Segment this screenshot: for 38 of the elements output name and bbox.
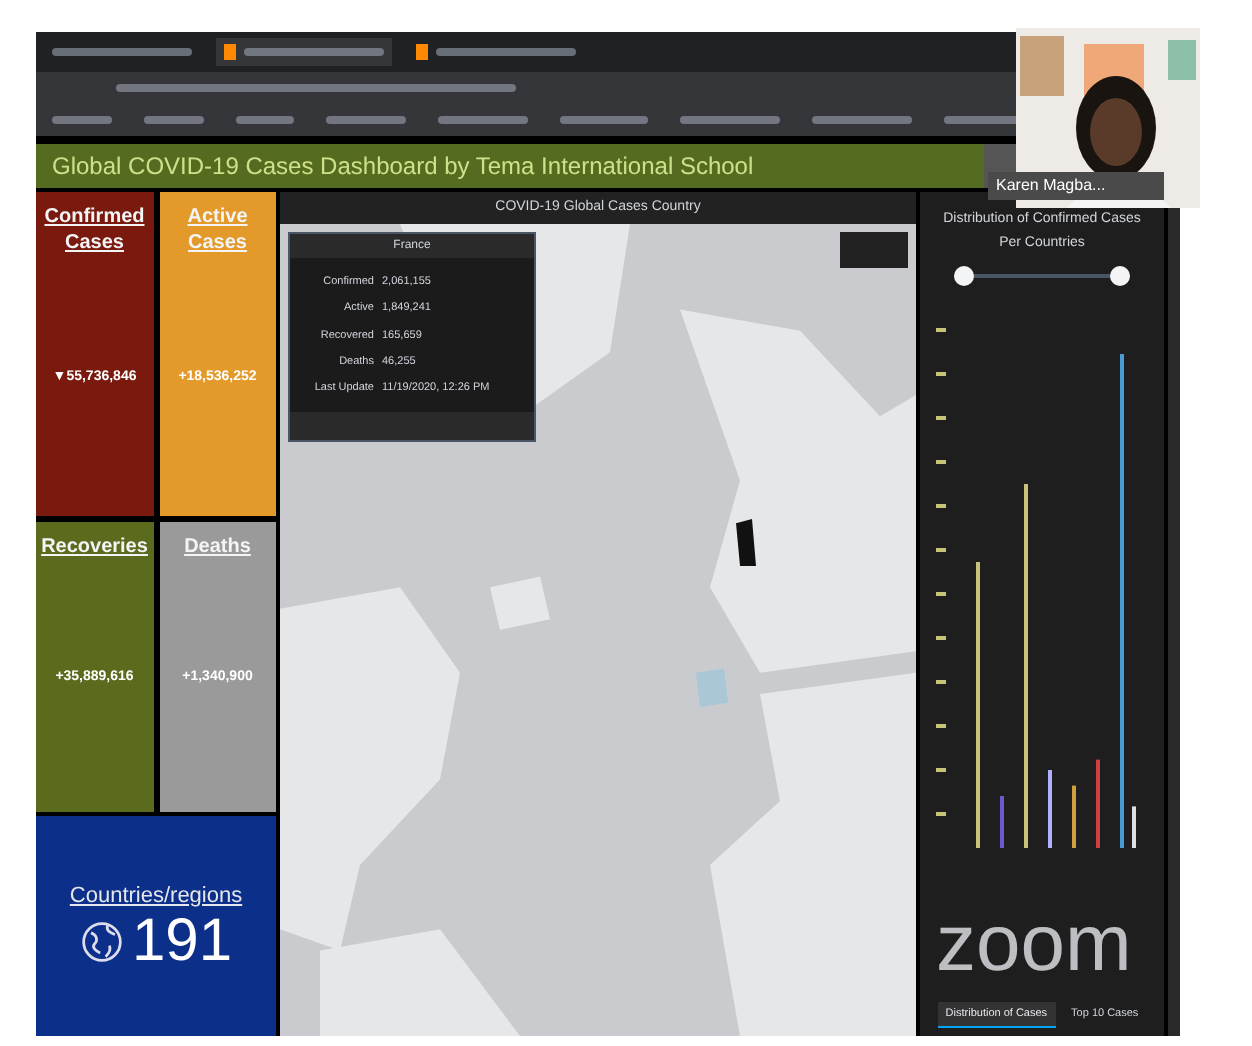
axis-tick: [936, 416, 946, 420]
card-title: Active Cases: [185, 204, 250, 256]
slider-handle[interactable]: [954, 266, 974, 286]
card-title: Countries/regions: [69, 881, 243, 912]
card-title: Deaths: [182, 534, 253, 560]
axis-tick: [936, 548, 946, 552]
blurred-text: [680, 116, 781, 124]
blurred-text: [438, 116, 528, 124]
zoom-logo: zoom: [936, 904, 1132, 984]
axis-tick: [936, 724, 946, 728]
blurred-text: [52, 48, 192, 56]
axis-tick: [936, 328, 946, 332]
axis-tick: [936, 504, 946, 508]
participant-name-label: Karen Magba...: [988, 172, 1164, 200]
tab-icon: [416, 44, 428, 60]
blurred-text: [812, 116, 912, 124]
axis-tick: [936, 636, 946, 640]
axis-tick: [936, 592, 946, 596]
blurred-text: [244, 48, 384, 56]
map-toolbar: [840, 232, 908, 268]
blurred-text: [52, 116, 112, 124]
axis-tick: [936, 680, 946, 684]
axis-tick: [936, 812, 946, 816]
card-title: Confirmed Cases: [42, 204, 147, 256]
dashboard-header: Global COVID-19 Cases Dashboard by Tema International School: [36, 144, 984, 188]
axis-tick: [936, 460, 946, 464]
blurred-text: [436, 48, 576, 56]
axis-tick: [936, 372, 946, 376]
blurred-text: [143, 116, 204, 124]
countries-count: 191: [131, 912, 233, 973]
blurred-text: [235, 116, 295, 124]
blurred-text: [326, 116, 407, 124]
card-title: Recoveries: [39, 534, 150, 560]
slider-handle[interactable]: [1110, 266, 1130, 286]
axis-tick: [936, 768, 946, 772]
blurred-text: [559, 116, 649, 124]
globe-icon: [79, 920, 124, 965]
tab-icon: [224, 44, 236, 60]
